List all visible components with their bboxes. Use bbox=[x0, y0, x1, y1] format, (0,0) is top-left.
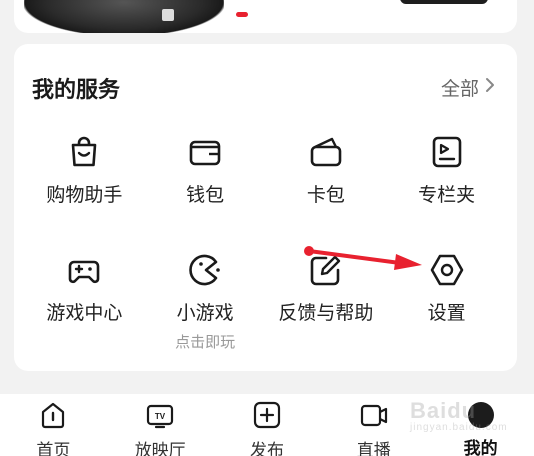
services-title: 我的服务 bbox=[32, 77, 121, 102]
banner-page-indicator bbox=[236, 12, 248, 17]
home-icon bbox=[38, 400, 68, 430]
camera-icon bbox=[359, 400, 389, 430]
tab-label: 首页 bbox=[36, 441, 71, 456]
service-column-folder[interactable]: 专栏夹 bbox=[386, 132, 507, 250]
banner-action-button[interactable] bbox=[400, 0, 488, 4]
tab-home[interactable]: 首页 bbox=[0, 394, 107, 456]
tab-cinema[interactable]: TV 放映厅 bbox=[107, 394, 214, 456]
service-label: 反馈与帮助 bbox=[278, 303, 374, 324]
services-all-label: 全部 bbox=[440, 79, 479, 100]
tab-label: 直播 bbox=[356, 441, 391, 456]
my-services-card: 我的服务 全部 购物助手 钱包 卡包 专栏夹 游戏中心 小游戏 点击即玩 反馈与… bbox=[14, 44, 517, 371]
watermark-text: Baidu bbox=[410, 398, 477, 423]
column-folder-icon bbox=[429, 134, 465, 170]
service-mini-game[interactable]: 小游戏 点击即玩 bbox=[145, 250, 266, 368]
service-wallet[interactable]: 钱包 bbox=[145, 132, 266, 250]
gamepad-icon bbox=[66, 252, 102, 288]
service-label: 卡包 bbox=[306, 185, 345, 206]
tab-publish[interactable]: 发布 bbox=[214, 394, 321, 456]
service-shopping-assistant[interactable]: 购物助手 bbox=[24, 132, 145, 250]
banner-image bbox=[24, 0, 224, 33]
service-label: 购物助手 bbox=[46, 185, 123, 206]
service-label: 专栏夹 bbox=[418, 185, 476, 206]
card-holder-icon bbox=[308, 134, 344, 170]
tv-icon: TV bbox=[145, 400, 175, 430]
top-banner[interactable] bbox=[14, 0, 517, 33]
services-all-link[interactable]: 全部 bbox=[441, 74, 495, 101]
services-grid: 购物助手 钱包 卡包 专栏夹 游戏中心 小游戏 点击即玩 反馈与帮助 设置 bbox=[24, 132, 507, 368]
svg-text:TV: TV bbox=[155, 412, 166, 421]
watermark: Baidu jingyan.baidu.com bbox=[410, 398, 508, 433]
tab-label: 放映厅 bbox=[134, 441, 186, 456]
chevron-right-icon bbox=[485, 77, 495, 98]
wallet-icon bbox=[187, 134, 223, 170]
service-card-holder[interactable]: 卡包 bbox=[266, 132, 387, 250]
service-sublabel: 点击即玩 bbox=[175, 334, 236, 351]
mini-game-icon bbox=[187, 252, 223, 288]
tab-label: 发布 bbox=[249, 441, 284, 456]
settings-hexagon-icon bbox=[429, 252, 465, 288]
service-label: 设置 bbox=[427, 303, 466, 324]
service-label: 小游戏 bbox=[176, 303, 234, 324]
plus-icon bbox=[252, 400, 282, 430]
shopping-bag-icon bbox=[66, 134, 102, 170]
banner-photo-tag bbox=[162, 9, 174, 21]
red-arrow-annotation bbox=[304, 246, 422, 270]
service-label: 游戏中心 bbox=[46, 303, 123, 324]
service-label: 钱包 bbox=[186, 185, 225, 206]
watermark-subtext: jingyan.baidu.com bbox=[410, 422, 508, 433]
service-game-center[interactable]: 游戏中心 bbox=[24, 250, 145, 368]
tab-label: 我的 bbox=[463, 439, 498, 456]
